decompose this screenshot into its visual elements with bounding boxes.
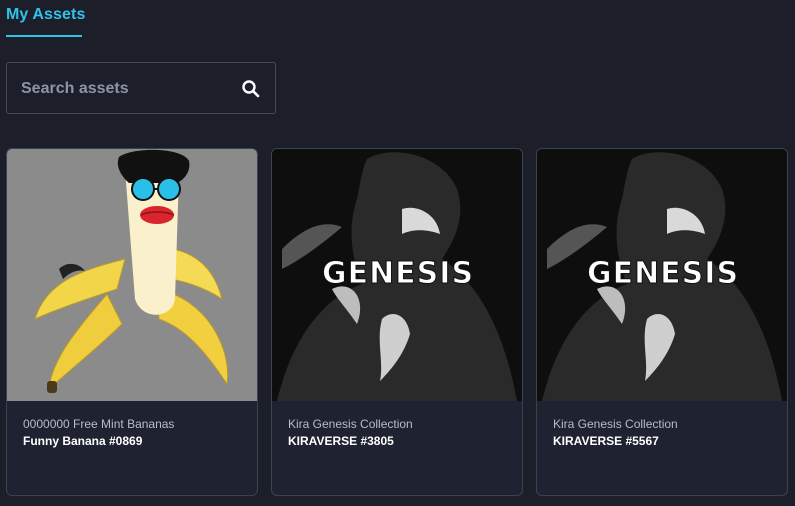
- asset-name: KIRAVERSE #5567: [553, 434, 659, 448]
- tab-my-assets[interactable]: My Assets: [6, 0, 85, 38]
- asset-collection: Kira Genesis Collection: [553, 417, 678, 431]
- tab-my-assets-label: My Assets: [6, 6, 86, 23]
- search-icon[interactable]: [241, 79, 261, 99]
- assets-page: My Assets Search assets 0000000 Free Min…: [0, 0, 795, 506]
- asset-image-banana: [7, 149, 257, 401]
- tab-active-indicator: [6, 35, 82, 37]
- asset-card[interactable]: GENESIS Kira Genesis Collection KIRAVERS…: [271, 148, 523, 496]
- asset-collection: 0000000 Free Mint Bananas: [23, 417, 175, 431]
- search-input[interactable]: [19, 63, 233, 115]
- asset-image-text: GENESIS: [322, 256, 474, 291]
- asset-image-genesis: GENESIS: [272, 149, 522, 401]
- search-box: [6, 62, 276, 115]
- asset-image-text: GENESIS: [587, 256, 739, 291]
- asset-collection: Kira Genesis Collection: [288, 417, 413, 431]
- asset-card[interactable]: 0000000 Free Mint Bananas Funny Banana #…: [6, 148, 258, 496]
- asset-card[interactable]: GENESIS Kira Genesis Collection KIRAVERS…: [536, 148, 788, 496]
- asset-name: Funny Banana #0869: [23, 434, 143, 448]
- asset-image-genesis: GENESIS: [537, 149, 787, 401]
- asset-name: KIRAVERSE #3805: [288, 434, 394, 448]
